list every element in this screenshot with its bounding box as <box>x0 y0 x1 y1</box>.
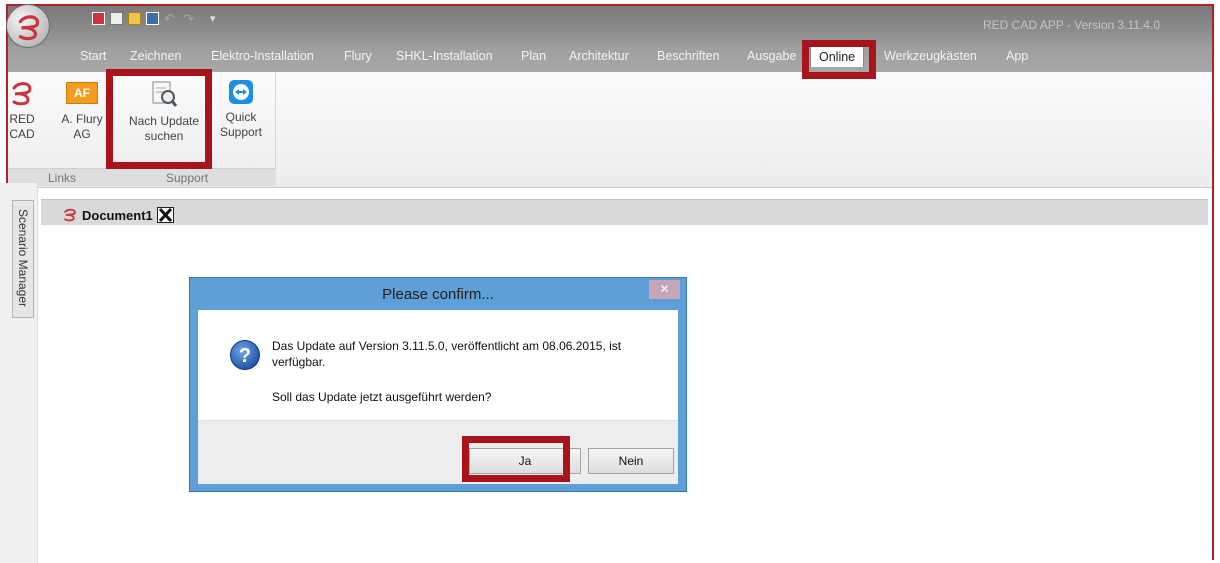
save-icon[interactable] <box>146 12 159 25</box>
tab-ausgabe[interactable]: Ausgabe <box>747 45 796 67</box>
quick-access-toolbar: ↶ ↷ ▾ <box>92 12 222 25</box>
document-tab-bar <box>41 199 1208 225</box>
red-cad-label-1: RED <box>9 112 35 126</box>
flury-button[interactable]: AF A. Flury AG <box>54 76 110 142</box>
quick-support-label-2: Support <box>219 125 263 139</box>
dialog-title: Please confirm... <box>382 286 494 303</box>
dialog-close-button[interactable]: ✕ <box>649 280 680 299</box>
new-file-icon[interactable] <box>92 12 105 25</box>
tab-elektro-installation[interactable]: Elektro-Installation <box>211 45 314 67</box>
undo-icon[interactable]: ↶ <box>164 12 178 25</box>
red-cad-app-icon <box>18 15 40 41</box>
highlight-yes-button <box>462 436 570 482</box>
tab-zeichnen[interactable]: Zeichnen <box>130 45 181 67</box>
open-folder-icon[interactable] <box>128 12 141 25</box>
flury-logo-icon: AF <box>66 82 98 104</box>
tab-shkl-installation[interactable]: SHKL-Installation <box>396 45 493 67</box>
document-logo-icon <box>64 208 76 222</box>
close-document-icon[interactable] <box>156 207 174 223</box>
tab-beschriften[interactable]: Beschriften <box>657 45 720 67</box>
highlight-online-tab <box>802 40 876 79</box>
quick-support-label-1: Quick <box>225 110 257 124</box>
new-document-icon[interactable] <box>110 12 123 25</box>
question-icon: ? <box>230 340 260 370</box>
quick-support-button[interactable]: Quick Support <box>216 76 266 140</box>
no-button[interactable]: Nein <box>588 448 674 474</box>
tab-app[interactable]: App <box>1006 45 1028 67</box>
window-title: RED CAD APP - Version 3.11.4.0 <box>983 18 1160 32</box>
tab-flury[interactable]: Flury <box>344 45 372 67</box>
document-tab-title: Document1 <box>82 207 153 223</box>
flury-label-2: AG <box>73 127 91 141</box>
customize-toolbar-icon[interactable]: ▾ <box>210 12 222 25</box>
flury-label-1: A. Flury <box>61 112 103 126</box>
highlight-update-button <box>106 69 212 169</box>
application-menu-button[interactable] <box>6 4 50 48</box>
tab-werkzeugkaesten[interactable]: Werkzeugkästen <box>884 45 977 67</box>
red-cad-logo-icon <box>9 80 35 106</box>
group-label-support: Support <box>166 171 209 185</box>
tab-start[interactable]: Start <box>80 45 106 67</box>
dialog-message: Das Update auf Version 3.11.5.0, veröffe… <box>272 339 622 369</box>
red-cad-button[interactable]: RED CAD <box>8 76 36 142</box>
flury-logo-text: AF <box>74 86 90 100</box>
dialog-question: Soll das Update jetzt ausgeführt werden? <box>272 390 492 404</box>
tab-architektur[interactable]: Architektur <box>569 45 629 67</box>
quick-support-icon <box>229 80 253 104</box>
document-tab[interactable]: Document1 <box>62 207 174 223</box>
tab-plan[interactable]: Plan <box>521 45 546 67</box>
ribbon-group-bar: Links Support <box>8 168 276 186</box>
redo-icon[interactable]: ↷ <box>183 12 197 25</box>
scenario-manager-label: Scenario Manager <box>16 208 30 308</box>
group-label-links: Links <box>48 171 77 185</box>
red-cad-label-2: CAD <box>9 127 35 141</box>
